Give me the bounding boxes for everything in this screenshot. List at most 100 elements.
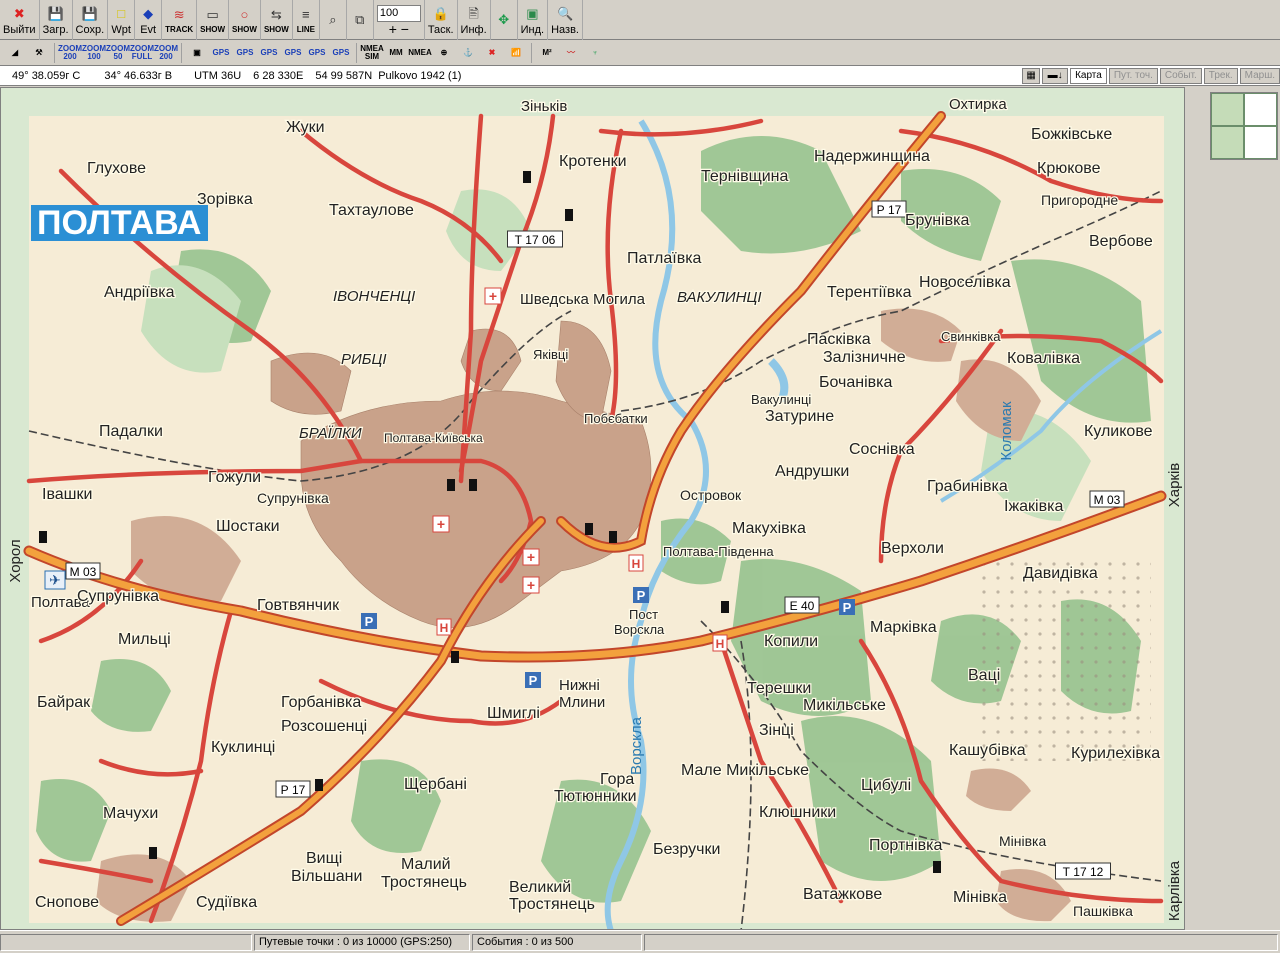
TRACK-button[interactable]: ≋ TRACK: [162, 0, 198, 40]
tab-tracks[interactable]: Трек.: [1203, 67, 1238, 84]
gps-transfer-button[interactable]: GPS: [329, 42, 353, 64]
minimap-cell[interactable]: [1244, 126, 1277, 159]
device-icon[interactable]: ▣: [185, 42, 209, 64]
stop-icon[interactable]: ✖: [480, 42, 504, 64]
status-waypoints: Путевые точки : 0 из 10000 (GPS:250): [254, 933, 470, 951]
place-label: Бочанівка: [819, 374, 893, 391]
place-label: Полтава-Київська: [384, 431, 483, 445]
tab-waypoints[interactable]: Пут. точ.: [1108, 67, 1158, 84]
track-icon: ≋: [173, 7, 185, 22]
btn-button[interactable]: 🔒 Таск.: [425, 0, 458, 40]
place-label: Давидівка: [1023, 565, 1098, 582]
road-shield-label: М 03: [1094, 493, 1121, 507]
place-label: Мінівка: [999, 833, 1046, 849]
zoom-preset-button[interactable]: ZOOM 200: [58, 42, 82, 64]
SHOW-button[interactable]: ▭ SHOW: [197, 0, 230, 40]
save-map-icon[interactable]: ▬↓: [1042, 67, 1069, 84]
place-label: Горбанівка: [281, 694, 361, 711]
airport-icon: ✈: [44, 570, 66, 590]
place-label: Терентіївка: [827, 284, 912, 301]
btn-button[interactable]: ✖ Выйти: [0, 0, 40, 40]
tools-icon[interactable]: ⚒: [27, 42, 51, 64]
btn-button[interactable]: ▣ Инд.: [518, 0, 549, 40]
place-label: Охтирка: [949, 96, 1007, 113]
zoom-preset-button[interactable]: ZOOM 200: [154, 42, 178, 64]
place-label: Островок: [680, 487, 742, 503]
Evt-button[interactable]: ◆ Evt: [135, 0, 163, 40]
place-label: Щербані: [404, 776, 467, 793]
place-label: Байрак: [37, 694, 91, 711]
toolbar-button-label: SHOW: [263, 25, 289, 34]
place-label: Божківське: [1031, 126, 1112, 143]
place-label: Тахтаулове: [329, 202, 414, 219]
LINE-button[interactable]: ≡ LINE: [293, 0, 320, 40]
zoom-preset-button[interactable]: ZOOM 100: [82, 42, 106, 64]
place-label: Ворскла: [614, 622, 665, 637]
map-open-icon[interactable]: ◢: [3, 42, 27, 64]
overview-minimap[interactable]: [1210, 92, 1278, 160]
SHOW-button[interactable]: ⇆ SHOW: [261, 0, 293, 40]
nmea-button[interactable]: NMEA: [408, 42, 432, 64]
place-label: Нижні: [559, 677, 600, 694]
map-image-icon[interactable]: ▦: [1022, 67, 1041, 84]
place-label: Кашубівка: [949, 742, 1026, 759]
place-label: Тютюнники: [554, 788, 637, 805]
toolbar-button-label: Загр.: [42, 23, 69, 36]
nmea-button[interactable]: MM: [384, 42, 408, 64]
place-label: Полтава-Південна: [663, 544, 774, 559]
minimap-cell[interactable]: [1211, 126, 1244, 159]
minimap-cell[interactable]: [1211, 93, 1244, 126]
road-shield: М 03: [65, 562, 101, 580]
gps-transfer-button[interactable]: GPS: [281, 42, 305, 64]
place-label: Свинківка: [941, 329, 1001, 344]
place-label: Мінівка: [953, 889, 1007, 906]
main-toolbar: ✖ Выйти 💾 Загр. 💾 Сохр. □ Wpt ◆ Evt ≋ TRACK ▭ SHOW ○ SH…: [0, 0, 1280, 40]
tab-events[interactable]: Событ.: [1159, 67, 1202, 84]
exit-icon: ✖: [13, 5, 25, 21]
toolbar-button-label: SHOW: [232, 25, 257, 34]
zoom-select[interactable]: 100 + −: [374, 0, 425, 40]
Wpt-button[interactable]: □ Wpt: [108, 0, 136, 40]
btn-button[interactable]: 🖹 Инф.: [458, 0, 491, 40]
tab-routes[interactable]: Марш.: [1239, 67, 1280, 84]
area-icon[interactable]: M²: [535, 42, 559, 64]
place-label: Патлаївка: [627, 250, 702, 267]
minimap-cell[interactable]: [1244, 93, 1277, 126]
place-label: Тростянець: [509, 896, 595, 913]
line-icon: ≡: [302, 7, 310, 22]
place-label: Ваці: [968, 667, 1000, 684]
place-label: Крюкове: [1037, 160, 1101, 177]
place-label: Яківці: [533, 347, 568, 362]
profile-icon[interactable]: 〰: [559, 42, 583, 64]
signal-icon[interactable]: 📶: [504, 42, 528, 64]
toolbar-button-label: Выйти: [3, 23, 36, 36]
map-view[interactable]: Т 17 06 Р 17 М 03 М 03 Е 40 Р 17 Т 17 12 Зіньк…: [0, 87, 1185, 930]
place-label: Глухове: [87, 160, 146, 177]
target-icon[interactable]: ⊕: [432, 42, 456, 64]
zoom-value[interactable]: 100: [376, 4, 421, 22]
SHOW-button[interactable]: ○ SHOW: [229, 0, 261, 40]
svg-text:+: +: [437, 516, 445, 532]
antenna-icon[interactable]: ♆: [583, 42, 607, 64]
separator: [54, 42, 55, 63]
zoom-plus-minus[interactable]: + −: [389, 22, 409, 36]
btn-button[interactable]: 💾 Загр.: [40, 0, 73, 40]
gps-transfer-button[interactable]: GPS: [257, 42, 281, 64]
anchor-icon[interactable]: ⚓: [456, 42, 480, 64]
place-label: Марківка: [870, 619, 937, 636]
zoom-preset-button[interactable]: ZOOM FULL: [130, 42, 154, 64]
gps-transfer-button[interactable]: GPS: [305, 42, 329, 64]
gps-transfer-button[interactable]: GPS: [233, 42, 257, 64]
show-icon: ▭: [206, 7, 219, 22]
gps-transfer-button[interactable]: GPS: [209, 42, 233, 64]
windows-button[interactable]: ⧉: [347, 0, 374, 40]
btn-button[interactable]: 💾 Сохр.: [73, 0, 109, 40]
place-label: Тростянець: [381, 874, 467, 891]
btn-button[interactable]: 🔍 Назв.: [548, 0, 583, 40]
navigate-arrows-button[interactable]: ✥: [491, 0, 518, 40]
tab-map[interactable]: Карта: [1070, 67, 1107, 84]
nmea-button[interactable]: NMEA SIM: [360, 42, 384, 64]
zoom-preset-button[interactable]: ZOOM 50: [106, 42, 130, 64]
zoom-button[interactable]: ⌕: [320, 0, 347, 40]
place-label: Безручки: [653, 841, 720, 858]
